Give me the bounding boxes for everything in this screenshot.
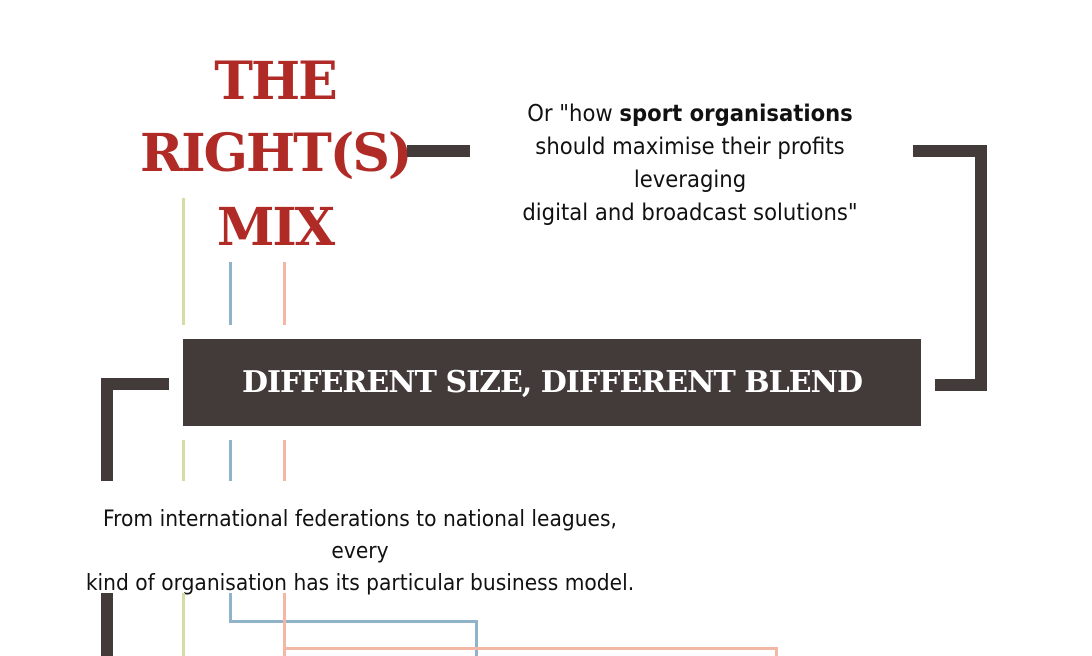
title-line-the: THE xyxy=(214,51,337,112)
section-banner: DIFFERENT SIZE, DIFFERENT BLEND xyxy=(183,339,921,426)
blue-strand-middle xyxy=(229,440,232,481)
subtitle-line-3: digital and broadcast solutions" xyxy=(522,200,858,226)
salmon-strand-lower-horizontal xyxy=(283,647,778,650)
green-strand-middle xyxy=(182,440,185,481)
salmon-strand-middle xyxy=(283,440,286,481)
description-line-2: kind of organisation has its particular … xyxy=(85,571,635,596)
salmon-strand-upper xyxy=(283,262,286,325)
salmon-strand-lower-drop xyxy=(775,647,778,656)
title-line-mix: MIX xyxy=(216,197,335,258)
banner-label: DIFFERENT SIZE, DIFFERENT BLEND xyxy=(241,365,863,400)
blue-strand-lower-drop xyxy=(475,620,478,656)
left-connector-continuation xyxy=(101,593,113,656)
blue-strand-upper xyxy=(229,262,232,325)
green-strand-lower xyxy=(182,593,185,656)
green-strand-upper xyxy=(182,198,185,325)
title-line-rights: RIGHT(S) xyxy=(140,123,413,184)
subtitle-bold: sport organisations xyxy=(619,101,853,127)
subtitle-quote: Or "how sport organisations should maxim… xyxy=(488,98,893,230)
blue-strand-lower-horizontal xyxy=(229,620,478,623)
subtitle-prefix: Or "how xyxy=(527,101,620,127)
blue-strand-lower-vertical xyxy=(229,593,232,623)
right-bracket-bottom xyxy=(935,379,987,391)
description-text: From international federations to nation… xyxy=(84,504,636,600)
subtitle-line-2: should maximise their profits leveraging xyxy=(535,134,845,193)
left-bracket-vertical xyxy=(101,378,113,481)
description-line-1: From international federations to nation… xyxy=(102,507,617,564)
title-connector xyxy=(407,145,470,157)
right-bracket-vertical xyxy=(975,145,987,391)
